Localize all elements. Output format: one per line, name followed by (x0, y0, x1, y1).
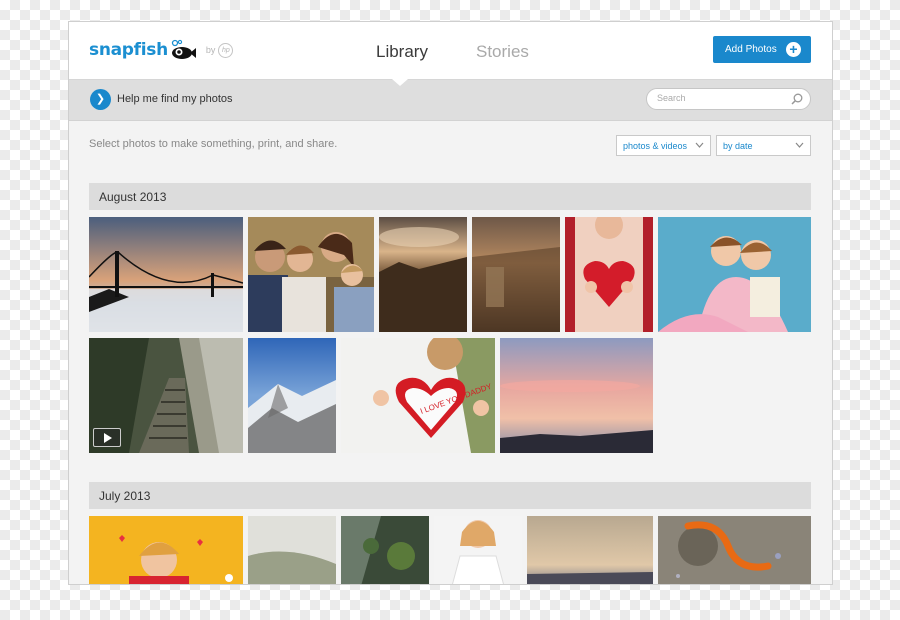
sort-dropdown[interactable]: by date (716, 135, 811, 156)
photo-thumbnail[interactable] (527, 516, 653, 584)
photo-thumbnail[interactable] (89, 516, 243, 584)
photo-thumbnail[interactable] (658, 217, 811, 332)
orange-salamander-photo (658, 516, 811, 584)
photo-thumbnail[interactable] (565, 217, 653, 332)
video-play-icon (93, 428, 121, 447)
tab-library[interactable]: Library (376, 42, 428, 62)
photo-thumbnail[interactable] (658, 516, 811, 584)
sort-value: by date (723, 141, 753, 151)
plus-circle-icon: + (786, 42, 801, 57)
girl-yellow-photo (89, 516, 243, 584)
section-title: August 2013 (99, 190, 167, 204)
photo-thumbnail[interactable] (379, 217, 467, 332)
fish-logo-icon (171, 39, 196, 59)
photo-thumbnail[interactable] (500, 338, 653, 453)
add-photos-button[interactable]: Add Photos + (713, 36, 811, 63)
pink-sunset-photo (500, 338, 653, 453)
section-header-july-2013: July 2013 (89, 482, 811, 509)
add-photos-label: Add Photos (725, 44, 777, 55)
snapfish-app-window: snapfish by hp Library Stories Add Photo… (68, 21, 833, 585)
logo-by-label: by (205, 45, 216, 55)
chevron-down-icon (695, 142, 704, 148)
media-type-value: photos & videos (623, 141, 688, 151)
chevron-down-icon (795, 142, 804, 148)
family-portrait-photo (248, 217, 374, 332)
media-type-dropdown[interactable]: photos & videos (616, 135, 711, 156)
snowy-mountains-photo (248, 338, 336, 453)
search-input[interactable]: Search (646, 88, 811, 110)
search-placeholder: Search (657, 93, 686, 103)
photo-thumbnail[interactable] (89, 217, 243, 332)
photo-thumbnail[interactable] (248, 217, 374, 332)
foggy-hillside-photo (248, 516, 336, 584)
photo-thumbnail[interactable] (341, 516, 429, 584)
help-find-photos-link[interactable]: Help me find my photos (117, 93, 233, 105)
snapfish-logo[interactable]: snapfish by hp (89, 36, 234, 64)
photo-thumbnail[interactable] (434, 516, 522, 584)
girl-white-dress-photo (434, 516, 522, 584)
photo-thumbnail[interactable]: I LOVE YOU DADDY (341, 338, 495, 453)
hug-heart-card-photo: I LOVE YOU DADDY (341, 338, 495, 453)
hp-logo-icon: hp (218, 42, 234, 58)
waterfall-photo (472, 217, 560, 332)
chevron-right-circle-icon[interactable]: ❯ (90, 89, 111, 110)
active-tab-pointer (392, 79, 408, 86)
sunset-horizon-photo (527, 516, 653, 584)
girl-with-heart-photo (565, 217, 653, 332)
two-girls-hugging-photo (658, 217, 811, 332)
photo-thumbnail[interactable] (248, 516, 336, 584)
mossy-rocks-photo (341, 516, 429, 584)
selection-instruction: Select photos to make something, print, … (89, 138, 338, 150)
golden-gate-bridge-photo (89, 217, 243, 332)
logo-wordmark: snapfish (89, 40, 168, 60)
search-icon[interactable] (791, 93, 803, 105)
top-navigation-bar: snapfish by hp Library Stories Add Photo… (69, 22, 832, 80)
section-header-august-2013: August 2013 (89, 183, 811, 210)
sunset-clouds-photo (379, 217, 467, 332)
photo-thumbnail[interactable] (248, 338, 336, 453)
help-bar: ❯ Help me find my photos Search (69, 80, 832, 121)
tab-stories[interactable]: Stories (476, 42, 529, 62)
photo-thumbnail-video[interactable] (89, 338, 243, 453)
photo-thumbnail[interactable] (472, 217, 560, 332)
section-title: July 2013 (99, 489, 151, 503)
